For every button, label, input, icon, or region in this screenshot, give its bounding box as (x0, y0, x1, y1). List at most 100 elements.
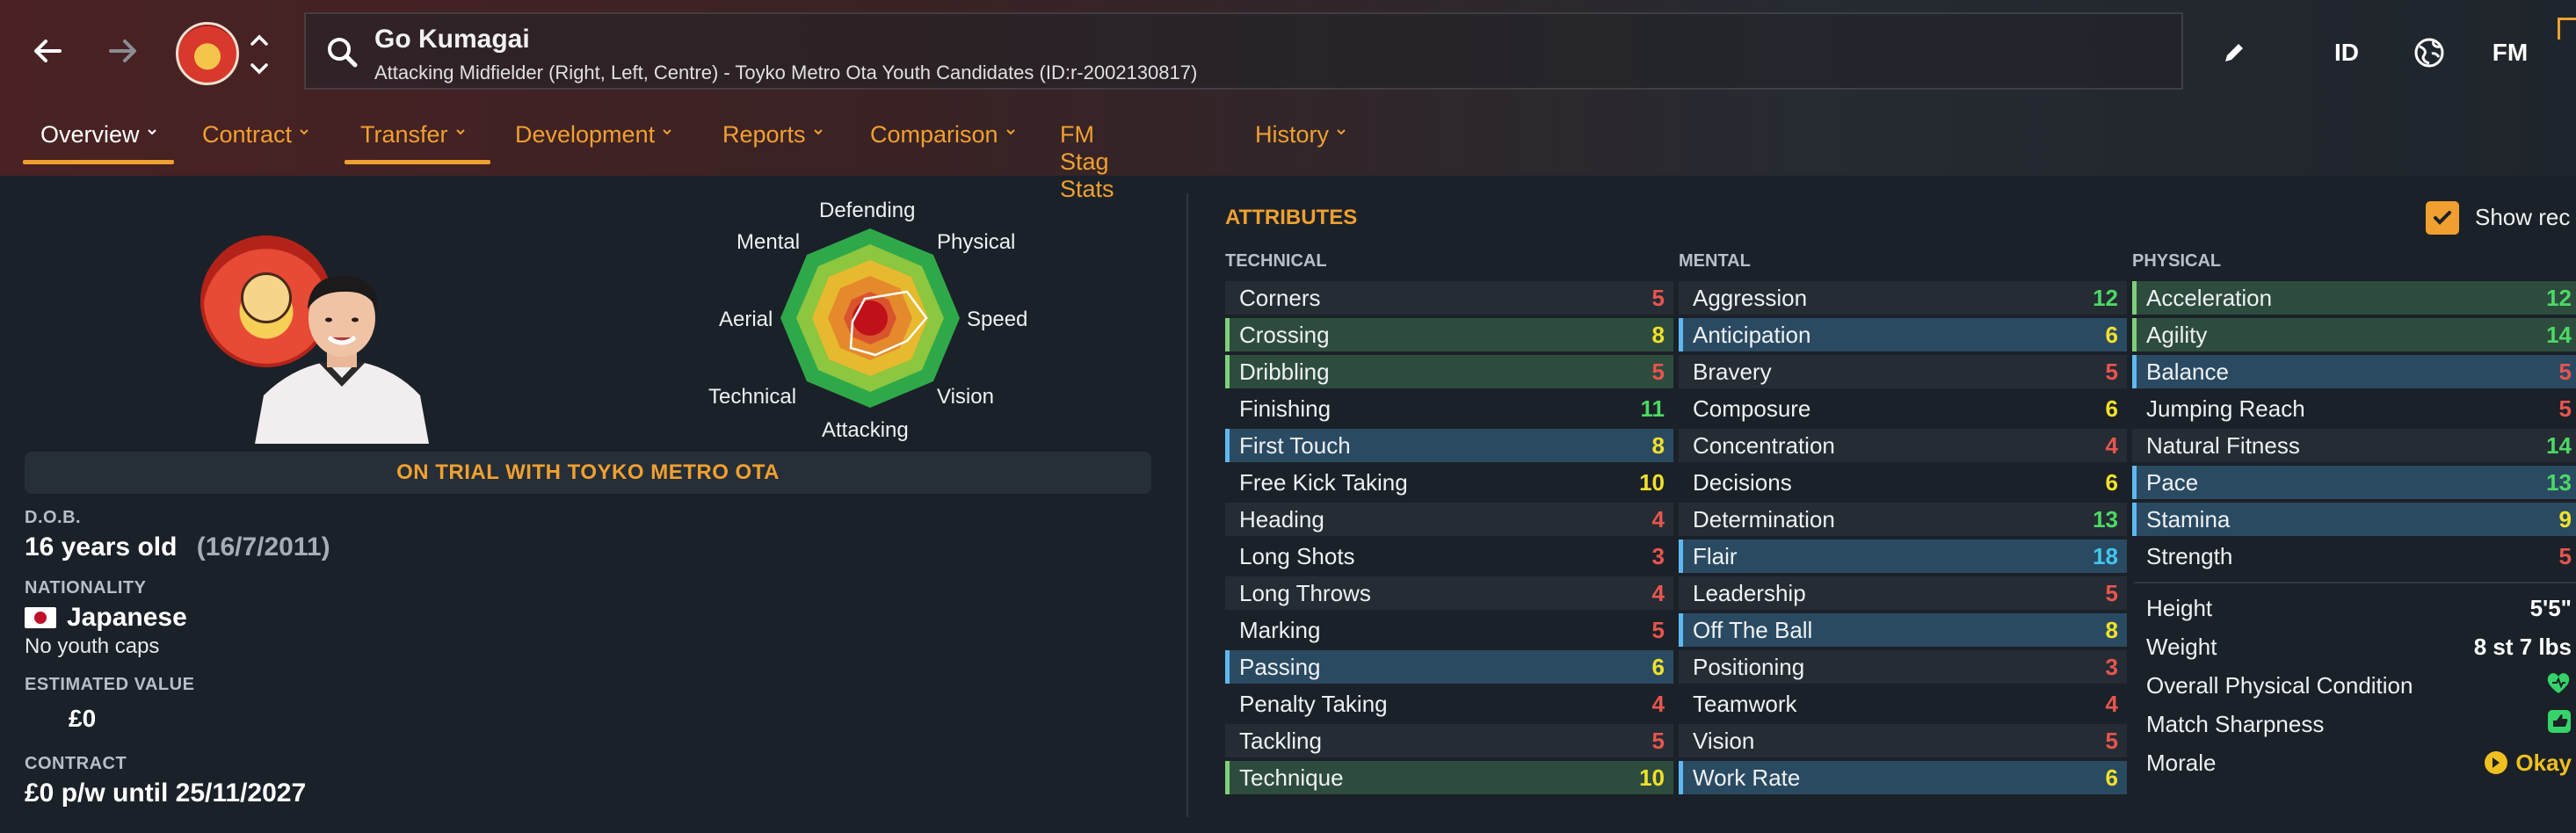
attr-value: 5 (2105, 727, 2118, 754)
tab-fm-stag-stats[interactable]: FM Stag Stats (1060, 116, 1114, 202)
fm-button-label: FM (2492, 39, 2529, 66)
attr-name: Natural Fitness (2146, 431, 2300, 459)
tab-overview[interactable]: Overview (40, 116, 157, 165)
attr-row-aggression[interactable]: Aggression 12 (1679, 281, 2127, 315)
edit-button[interactable] (2215, 28, 2253, 77)
attr-row-balance[interactable]: Balance 5 (2132, 355, 2576, 388)
attr-row-passing[interactable]: Passing 6 (1225, 650, 1673, 684)
nationality-label: NATIONALITY (25, 578, 147, 598)
attr-row-concentration[interactable]: Concentration 4 (1679, 429, 2127, 462)
attr-value: 5 (2105, 579, 2118, 606)
contract-value[interactable]: £0 p/w until 25/11/2027 (25, 779, 306, 808)
search-icon[interactable] (323, 33, 362, 72)
player-switcher[interactable] (248, 26, 271, 83)
attr-row-stamina[interactable]: Stamina 9 (2132, 503, 2576, 536)
height-row: Height 5'5" (2134, 590, 2576, 626)
attr-row-strength[interactable]: Strength 5 (2132, 540, 2576, 573)
attr-row-long-shots[interactable]: Long Shots 3 (1225, 540, 1673, 573)
tab-history[interactable]: History (1255, 116, 1346, 165)
attr-row-composure[interactable]: Composure 6 (1679, 392, 2127, 425)
attr-row-technique[interactable]: Technique 10 (1225, 761, 1673, 794)
tab-development[interactable]: Development (515, 116, 672, 165)
attr-row-crossing[interactable]: Crossing 8 (1225, 318, 1673, 351)
attr-value: 6 (2105, 468, 2118, 496)
attr-value: 5 (1651, 616, 1665, 643)
attr-row-tackling[interactable]: Tackling 5 (1225, 724, 1673, 757)
attr-name: Strength (2146, 542, 2233, 569)
world-button[interactable] (2405, 28, 2454, 77)
attr-row-off-the-ball[interactable]: Off The Ball 8 (1679, 613, 2127, 647)
attr-row-teamwork[interactable]: Teamwork 4 (1679, 687, 2127, 721)
attr-value: 5 (1651, 358, 1665, 385)
attr-row-decisions[interactable]: Decisions 6 (1679, 466, 2127, 499)
tab-reports[interactable]: Reports (722, 116, 824, 165)
club-crest-icon[interactable] (176, 22, 239, 85)
attr-name: Acceleration (2146, 284, 2273, 311)
forward-button[interactable] (97, 25, 149, 77)
morale-row[interactable]: Morale Okay (2134, 745, 2576, 780)
attr-value: 6 (2105, 764, 2118, 791)
mental-header: MENTAL (1679, 251, 1751, 271)
attr-value: 5 (2558, 542, 2572, 569)
header-bar: Go Kumagai Attacking Midfielder (Right, … (0, 0, 2576, 202)
tab-transfer-label: Transfer (360, 121, 448, 148)
attr-value: 18 (2093, 542, 2118, 569)
attr-row-free-kick-taking[interactable]: Free Kick Taking 10 (1225, 466, 1673, 499)
tab-history-label: History (1255, 121, 1330, 148)
attr-row-flair[interactable]: Flair 18 (1679, 540, 2127, 573)
attr-row-long-throws[interactable]: Long Throws 4 (1225, 576, 1673, 610)
attr-row-anticipation[interactable]: Anticipation 6 (1679, 318, 2127, 351)
attr-name: Heading (1239, 505, 1324, 532)
contract-label: CONTRACT (25, 754, 127, 773)
chevron-down-icon (1005, 129, 1015, 135)
attr-row-heading[interactable]: Heading 4 (1225, 503, 1673, 536)
id-button[interactable]: ID (2320, 28, 2373, 77)
attr-row-agility[interactable]: Agility 14 (2132, 318, 2576, 351)
show-rec-checkbox[interactable] (2426, 201, 2459, 235)
attr-row-first-touch[interactable]: First Touch 8 (1225, 429, 1673, 462)
attr-row-pace[interactable]: Pace 13 (2132, 466, 2576, 499)
attr-row-natural-fitness[interactable]: Natural Fitness 14 (2132, 429, 2576, 462)
attr-name: Pace (2146, 468, 2199, 496)
japan-flag-icon (25, 607, 56, 628)
heart-icon (2545, 670, 2572, 701)
tab-transfer[interactable]: Transfer (360, 116, 466, 165)
attr-name: Free Kick Taking (1239, 468, 1408, 496)
attr-name: Balance (2146, 358, 2229, 385)
nationality-row[interactable]: Japanese (25, 603, 187, 633)
attr-value: 4 (1651, 579, 1665, 606)
attr-row-corners[interactable]: Corners 5 (1225, 281, 1673, 315)
attr-row-marking[interactable]: Marking 5 (1225, 613, 1673, 647)
youth-caps: No youth caps (25, 634, 160, 658)
attr-name: Leadership (1693, 579, 1806, 606)
attr-row-dribbling[interactable]: Dribbling 5 (1225, 355, 1673, 388)
attr-value: 6 (2105, 321, 2118, 348)
attr-row-penalty-taking[interactable]: Penalty Taking 4 (1225, 687, 1673, 721)
attr-name: First Touch (1239, 431, 1351, 459)
physical-divider (2134, 582, 2576, 583)
attr-row-positioning[interactable]: Positioning 3 (1679, 650, 2127, 684)
polar-label-mental: Mental (737, 230, 801, 254)
attr-row-acceleration[interactable]: Acceleration 12 (2132, 281, 2576, 315)
attr-value: 11 (1640, 395, 1665, 422)
sharpness-label: Match Sharpness (2146, 710, 2325, 737)
attr-row-work-rate[interactable]: Work Rate 6 (1679, 761, 2127, 794)
attr-name: Decisions (1693, 468, 1792, 496)
attr-value: 5 (2558, 395, 2572, 422)
condition-row[interactable]: Overall Physical Condition (2134, 668, 2576, 703)
attr-row-jumping-reach[interactable]: Jumping Reach 5 (2132, 392, 2576, 425)
attr-row-bravery[interactable]: Bravery 5 (1679, 355, 2127, 388)
tab-comparison[interactable]: Comparison (870, 116, 1016, 165)
attr-row-leadership[interactable]: Leadership 5 (1679, 576, 2127, 610)
condition-label: Overall Physical Condition (2146, 671, 2413, 699)
back-button[interactable] (21, 25, 74, 77)
tab-contract[interactable]: Contract (202, 116, 309, 165)
tab-overview-label: Overview (40, 121, 140, 148)
fm-button[interactable]: FM (2484, 28, 2536, 77)
player-search-box[interactable]: Go Kumagai Attacking Midfielder (Right, … (304, 12, 2183, 90)
attr-value: 8 (1651, 431, 1665, 459)
attr-row-finishing[interactable]: Finishing 11 (1225, 392, 1673, 425)
attr-row-vision[interactable]: Vision 5 (1679, 724, 2127, 757)
sharpness-row[interactable]: Match Sharpness (2134, 706, 2576, 742)
attr-row-determination[interactable]: Determination 13 (1679, 503, 2127, 536)
